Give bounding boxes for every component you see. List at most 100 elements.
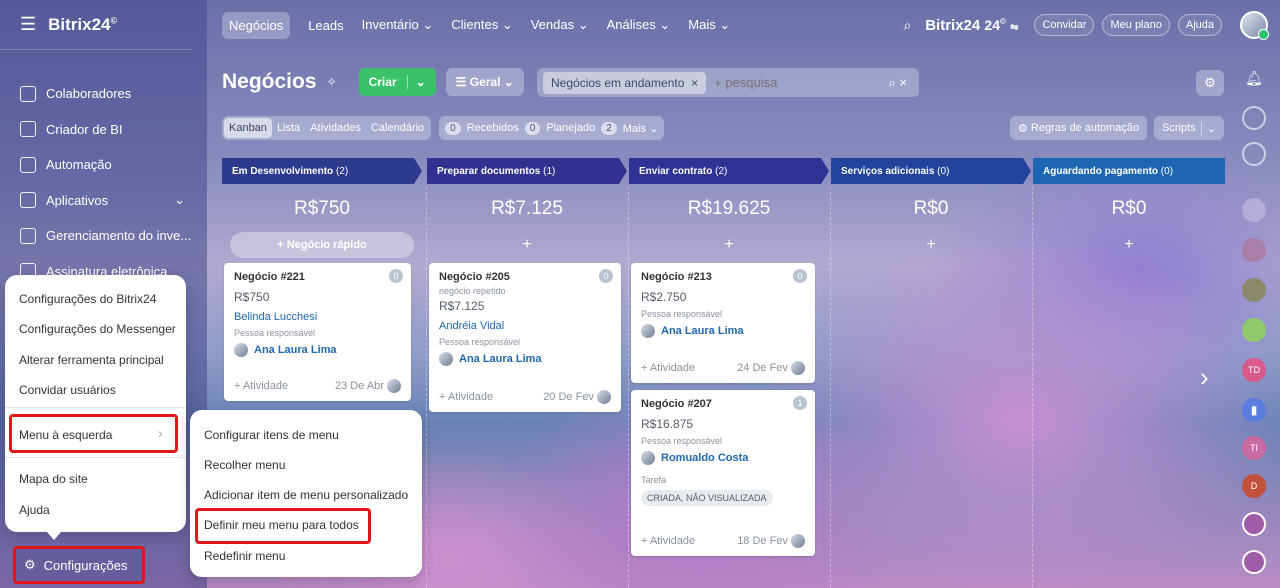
bookmark-icon[interactable]: ▮ xyxy=(1242,398,1266,422)
responsible-person[interactable]: Ana Laura Lima xyxy=(234,343,401,357)
scroll-right-arrow-icon[interactable]: › xyxy=(1200,362,1209,393)
menu-item-change-main-tool[interactable]: Alterar ferramenta principal xyxy=(19,353,164,367)
plan-button[interactable]: Meu plano xyxy=(1102,14,1170,36)
responsible-label: Pessoa responsável xyxy=(641,436,723,446)
deal-title[interactable]: Negócio #213 xyxy=(641,271,805,283)
add-activity-button[interactable]: + Atividade xyxy=(439,391,493,403)
online-status-icon[interactable] xyxy=(1242,198,1266,222)
activity-stream-icon[interactable] xyxy=(1242,106,1266,130)
category-general-button[interactable]: ☰ Geral ⌄ xyxy=(445,68,524,96)
menu-item-help[interactable]: Ajuda xyxy=(19,503,50,517)
column-header[interactable]: Em Desenvolvimento (2) xyxy=(222,158,422,184)
add-deal-button[interactable]: + xyxy=(427,236,627,254)
column-header[interactable]: Preparar documentos (1) xyxy=(427,158,627,184)
add-activity-button[interactable]: + Atividade xyxy=(234,380,288,392)
deal-title[interactable]: Negócio #207 xyxy=(641,398,805,410)
avatar[interactable] xyxy=(1242,238,1266,262)
responsible-person[interactable]: Romualdo Costa xyxy=(641,451,805,465)
avatar[interactable]: D xyxy=(1242,474,1266,498)
submenu-collapse-menu[interactable]: Recolher menu xyxy=(204,458,285,472)
menu-item-messenger-settings[interactable]: Configurações do Messenger xyxy=(19,322,176,336)
responsible-person[interactable]: Ana Laura Lima xyxy=(641,324,805,338)
deal-amount: R$750 xyxy=(234,290,270,304)
avatar[interactable]: TD xyxy=(1242,358,1266,382)
pin-icon[interactable]: ✧ xyxy=(327,75,337,89)
tab-analises[interactable]: Análises ⌄ xyxy=(607,17,671,33)
menu-burger-icon[interactable]: ☰ xyxy=(20,14,36,35)
responsible-person[interactable]: Ana Laura Lima xyxy=(439,352,611,366)
add-deal-button[interactable]: + xyxy=(831,236,1031,254)
copilot-icon[interactable] xyxy=(1242,512,1266,536)
user-avatar[interactable] xyxy=(1240,11,1269,40)
deal-title[interactable]: Negócio #221 xyxy=(234,271,401,283)
column-header[interactable]: Enviar contrato (2) xyxy=(629,158,829,184)
submenu-reset-menu[interactable]: Redefinir menu xyxy=(204,549,285,563)
counter-mais[interactable]: Mais ⌄ xyxy=(623,122,659,135)
tab-leads[interactable]: Leads xyxy=(308,18,343,33)
filter-chip[interactable]: Negócios em andamento × xyxy=(543,71,707,94)
view-lista[interactable]: Lista xyxy=(272,118,305,138)
deal-card[interactable]: Negócio #207 1 R$16.875 Pessoa responsáv… xyxy=(631,390,815,556)
counter-planejado[interactable]: Planejado xyxy=(546,122,595,134)
sidebar-item-aplicativos[interactable]: Aplicativos ⌄ xyxy=(0,183,207,219)
chevron-down-icon[interactable]: ⌄ xyxy=(406,75,426,89)
avatar[interactable]: TI xyxy=(1242,436,1266,460)
create-button[interactable]: Criar ⌄ xyxy=(358,68,436,96)
tab-negocios[interactable]: Negócios xyxy=(222,11,291,39)
task-label: Tarefa xyxy=(641,475,667,485)
sidebar-item-bi[interactable]: Criador de BI xyxy=(0,112,207,148)
deal-card[interactable]: Negócio #221 0 R$750 Belinda Lucchesi Pe… xyxy=(224,263,411,401)
tab-mais[interactable]: Mais ⌄ xyxy=(688,17,730,33)
contact-link[interactable]: Belinda Lucchesi xyxy=(234,311,401,323)
tab-label: Vendas xyxy=(530,17,575,32)
column-aguardando-pagamento: Aguardando pagamento (0) R$0 + xyxy=(1033,158,1225,254)
column-divider xyxy=(1032,187,1033,587)
search-input[interactable] xyxy=(714,75,865,90)
add-activity-button[interactable]: + Atividade xyxy=(641,535,695,547)
chat-icon[interactable] xyxy=(1242,142,1266,166)
tab-vendas[interactable]: Vendas ⌄ xyxy=(531,17,589,33)
add-activity-button[interactable]: + Atividade xyxy=(641,362,695,374)
menu-item-site-map[interactable]: Mapa do site xyxy=(19,472,88,486)
menu-item-invite-users[interactable]: Convidar usuários xyxy=(19,383,116,397)
sidebar-item-label: Gerenciamento do inve... xyxy=(46,228,192,244)
gear-icon[interactable]: ⚙ xyxy=(1196,70,1224,96)
copilot-icon[interactable] xyxy=(1242,550,1266,574)
sidebar-logo[interactable]: Bitrix24© xyxy=(48,15,117,35)
sidebar-item-inventario[interactable]: Gerenciamento do inve... xyxy=(0,218,207,254)
column-header[interactable]: Aguardando pagamento (0) xyxy=(1033,158,1225,184)
add-deal-button[interactable]: + xyxy=(1033,236,1225,254)
deal-card[interactable]: Negócio #213 0 R$2.750 Pessoa responsáve… xyxy=(631,263,815,383)
settings-button[interactable]: ⚙ Configurações xyxy=(13,546,145,584)
deal-title[interactable]: Negócio #205 xyxy=(439,271,611,283)
chevron-down-icon[interactable]: ⌄ xyxy=(1200,121,1216,135)
menu-item-bitrix-settings[interactable]: Configurações do Bitrix24 xyxy=(19,292,156,306)
column-divider xyxy=(426,187,427,587)
scripts-button[interactable]: Scripts ⌄ xyxy=(1154,116,1224,140)
search-icon[interactable]: ⌕ xyxy=(903,17,911,34)
sidebar-item-automacao[interactable]: Automação xyxy=(0,147,207,183)
counter-recebidos[interactable]: Recebidos xyxy=(467,122,519,134)
submenu-configure-items[interactable]: Configurar itens de menu xyxy=(204,428,339,442)
filter-search-bar[interactable]: Negócios em andamento × ⌕ × xyxy=(537,68,919,97)
view-atividades[interactable]: Atividades xyxy=(305,118,366,138)
avatar[interactable] xyxy=(1242,278,1266,302)
deal-card[interactable]: Negócio #205 0 negócio repetido R$7.125 … xyxy=(429,263,621,412)
view-kanban[interactable]: Kanban xyxy=(224,118,272,138)
tab-clientes[interactable]: Clientes ⌄ xyxy=(451,17,512,33)
add-deal-button[interactable]: + xyxy=(629,236,829,254)
avatar[interactable] xyxy=(1242,318,1266,342)
search-clear-icon[interactable]: ⌕ × xyxy=(889,75,907,91)
tab-inventario[interactable]: Inventário ⌄ xyxy=(362,17,434,33)
help-button[interactable]: Ajuda xyxy=(1177,14,1222,36)
sidebar-item-colaboradores[interactable]: Colaboradores xyxy=(0,76,207,112)
bell-icon[interactable]: 🔔︎ xyxy=(1242,70,1266,94)
submenu-add-custom-item[interactable]: Adicionar item de menu personalizado xyxy=(204,488,408,502)
column-header[interactable]: Serviços adicionais (0) xyxy=(831,158,1031,184)
quick-deal-button[interactable]: + Negócio rápido xyxy=(230,232,414,258)
view-calendario[interactable]: Calendário xyxy=(366,118,429,138)
invite-button[interactable]: Convidar xyxy=(1034,14,1095,36)
contact-link[interactable]: Andréia Vidal xyxy=(439,320,611,332)
general-label: Geral xyxy=(469,75,501,89)
automation-rules-button[interactable]: ⚙ Regras de automação xyxy=(1010,116,1148,140)
